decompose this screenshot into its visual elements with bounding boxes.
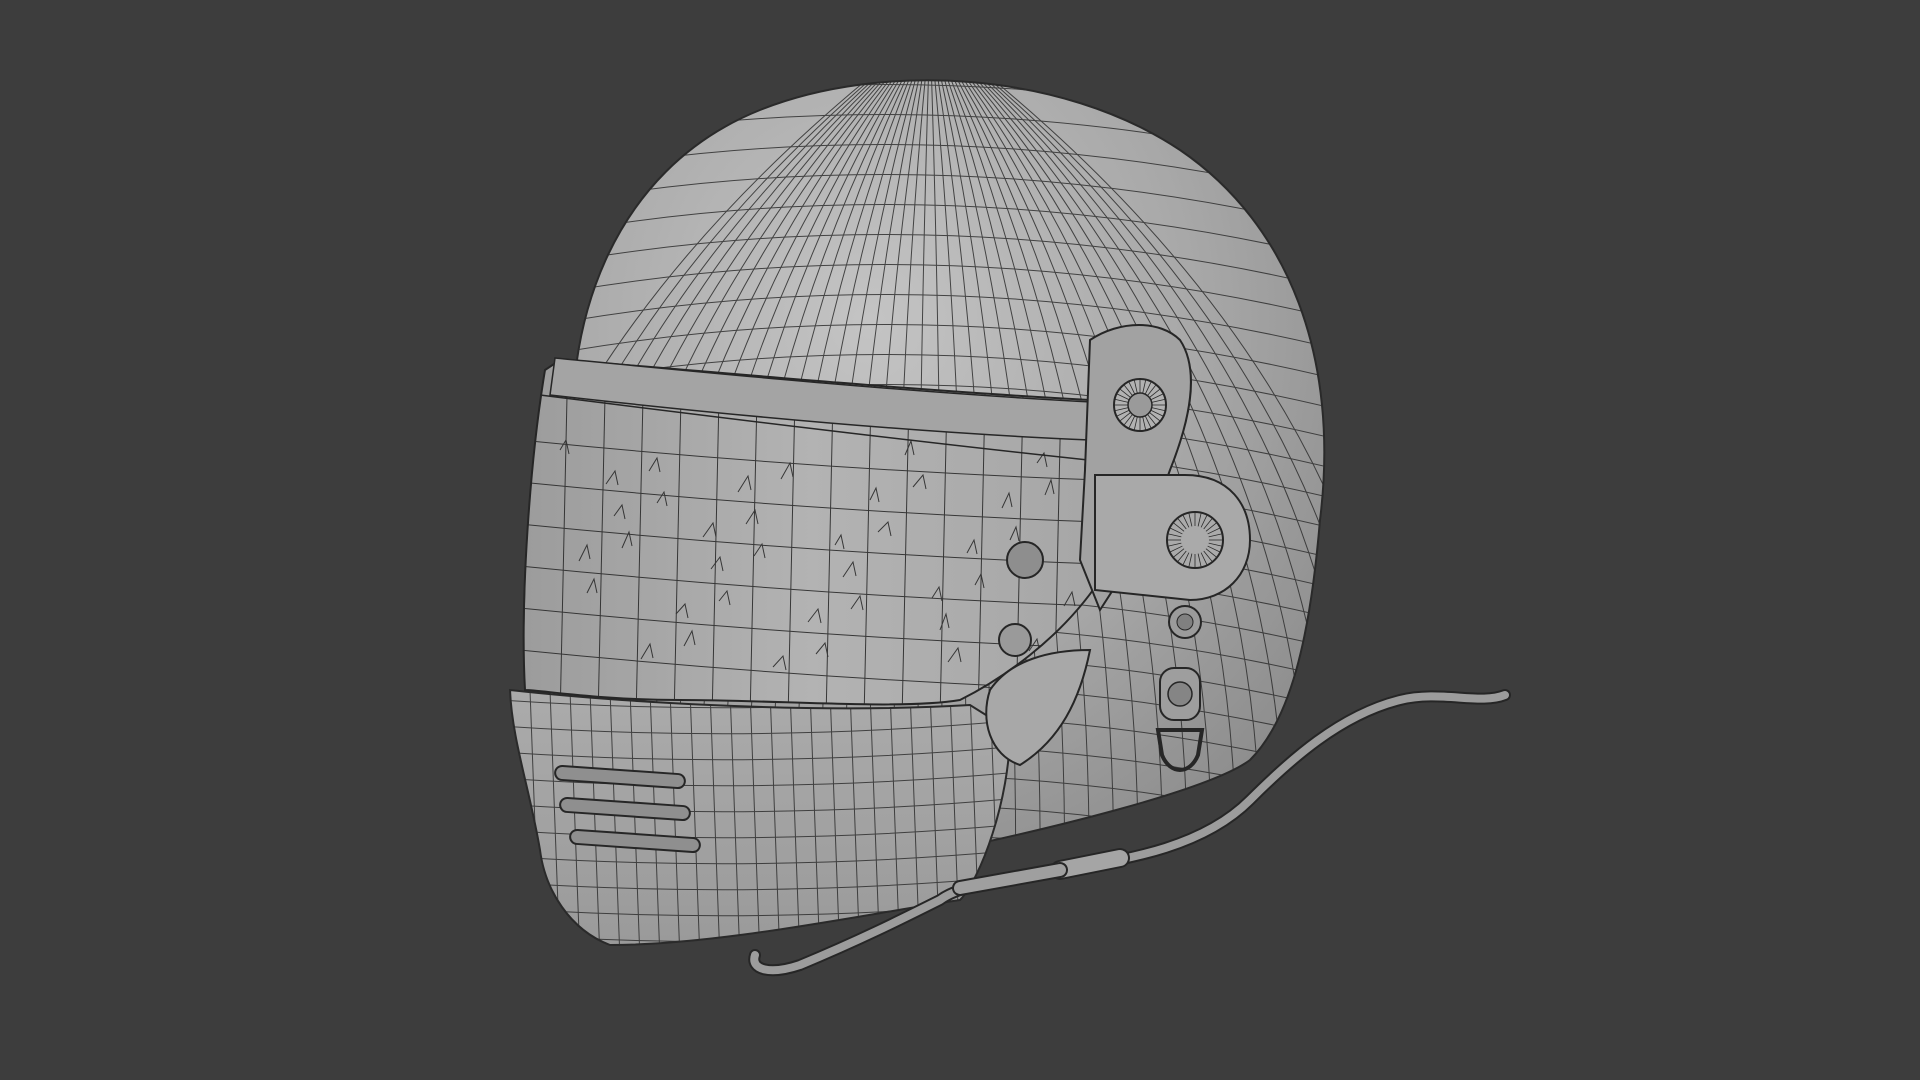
chin-vents: [554, 764, 701, 854]
helmet-render: [508, 79, 1511, 977]
chin-bar: [508, 688, 1012, 947]
visor-tab: [1094, 474, 1252, 602]
3d-viewport[interactable]: [0, 0, 1920, 1080]
